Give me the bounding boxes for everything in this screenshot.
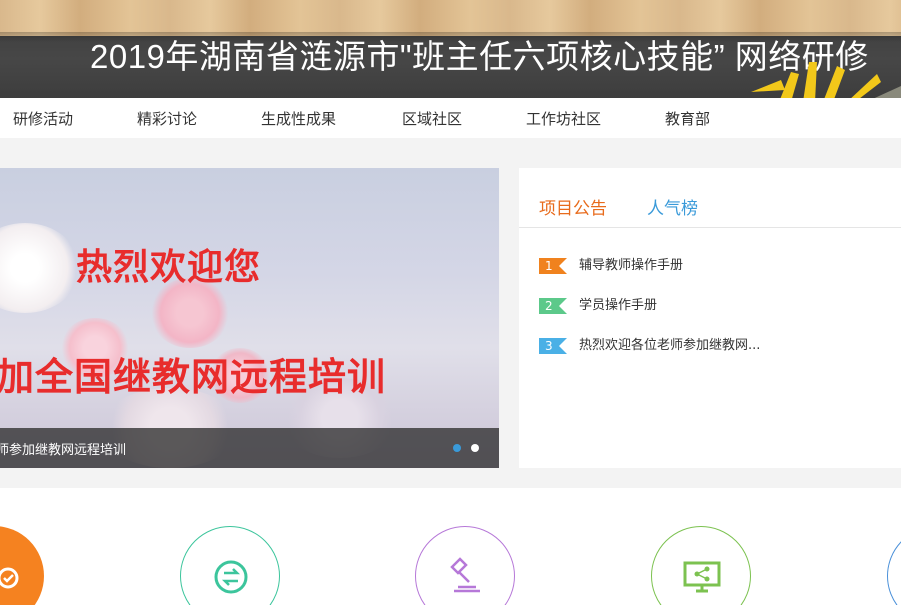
nav-item-generated-results[interactable]: 生成性成果 bbox=[261, 108, 336, 129]
list-number-badge: 3 bbox=[539, 338, 567, 354]
list-item[interactable]: 3 热烈欢迎各位老师参加继教网... bbox=[539, 338, 899, 378]
announcement-tabs: 项目公告 人气榜 bbox=[519, 168, 901, 228]
feature-button-exchange[interactable] bbox=[180, 526, 280, 605]
list-number-badge: 1 bbox=[539, 258, 567, 274]
nav-item-workshop-community[interactable]: 工作坊社区 bbox=[526, 108, 601, 129]
list-number-badge: 2 bbox=[539, 298, 567, 314]
announcement-list: 1 辅导教师操作手册 2 学员操作手册 3 热烈欢迎各位老师参加继教网... bbox=[539, 258, 899, 378]
banner-carousel[interactable]: 热烈欢迎您 加全国继教网远程培训 师参加继教网远程培训 bbox=[0, 168, 499, 468]
list-item-text[interactable]: 辅导教师操作手册 bbox=[579, 258, 683, 274]
sun-rays-decoration bbox=[751, 62, 901, 98]
certificate-icon bbox=[0, 567, 19, 589]
feature-button-partial[interactable] bbox=[887, 526, 901, 605]
nav-item-regional-community[interactable]: 区域社区 bbox=[402, 108, 462, 129]
gavel-icon bbox=[450, 557, 480, 593]
list-item-text[interactable]: 学员操作手册 bbox=[579, 298, 657, 314]
carousel-caption: 师参加继教网远程培训 bbox=[0, 443, 127, 458]
carousel-subheadline: 加全国继教网远程培训 bbox=[0, 355, 387, 399]
carousel-dot[interactable] bbox=[471, 444, 479, 452]
flower-decoration bbox=[0, 223, 80, 313]
header-banner: 2019年湖南省涟源市"班主任六项核心技能” 网络研修 bbox=[0, 0, 901, 98]
main-nav: 研修活动 精彩讨论 生成性成果 区域社区 工作坊社区 教育部 bbox=[0, 98, 901, 138]
feature-button-gavel[interactable] bbox=[415, 526, 515, 605]
feature-button-monitor[interactable] bbox=[651, 526, 751, 605]
feature-button-certificate[interactable] bbox=[0, 526, 44, 605]
feature-strip bbox=[0, 488, 901, 605]
list-item[interactable]: 1 辅导教师操作手册 bbox=[539, 258, 899, 298]
carousel-headline: 热烈欢迎您 bbox=[76, 247, 262, 288]
tab-popularity[interactable]: 人气榜 bbox=[647, 194, 698, 219]
list-item[interactable]: 2 学员操作手册 bbox=[539, 298, 899, 338]
nav-item-discussions[interactable]: 精彩讨论 bbox=[137, 108, 197, 129]
page: 2019年湖南省涟源市"班主任六项核心技能” 网络研修 研修活动 精彩讨论 生成… bbox=[0, 0, 901, 605]
exchange-icon bbox=[214, 560, 248, 594]
carousel-caption-bar: 师参加继教网远程培训 bbox=[0, 428, 499, 468]
nav-item-ministry-of-education[interactable]: 教育部 bbox=[665, 108, 710, 129]
monitor-share-icon bbox=[683, 561, 721, 593]
announcement-panel: 项目公告 人气榜 1 辅导教师操作手册 2 学员操作手册 3 热烈欢迎各位老师参… bbox=[519, 168, 901, 468]
nav-item-research-activities[interactable]: 研修活动 bbox=[13, 108, 73, 129]
list-item-text[interactable]: 热烈欢迎各位老师参加继教网... bbox=[579, 338, 760, 354]
tab-project-announcements[interactable]: 项目公告 bbox=[539, 194, 607, 219]
carousel-dot-active[interactable] bbox=[453, 444, 461, 452]
